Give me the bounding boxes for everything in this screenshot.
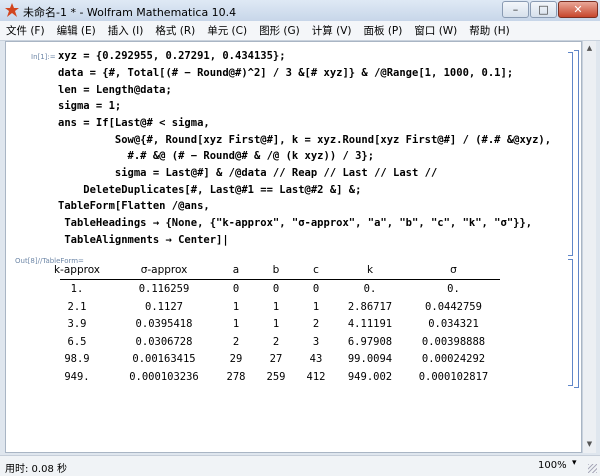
- input-line[interactable]: TableForm[Flatten /@ans,: [58, 199, 210, 213]
- cell-group-bracket[interactable]: [574, 50, 579, 388]
- evaluation-time: 用时: 0.08 秒: [5, 464, 67, 475]
- resize-grip-icon[interactable]: [588, 464, 597, 473]
- table-cell: 3: [312, 336, 320, 348]
- menu-edit[interactable]: 编辑 (E): [51, 23, 102, 38]
- menu-window[interactable]: 窗口 (W): [408, 23, 463, 38]
- table-divider: [60, 279, 500, 280]
- menu-bar: 文件 (F) 编辑 (E) 插入 (I) 格式 (R) 单元 (C) 图形 (G…: [0, 21, 600, 41]
- table-cell: 6.5: [67, 336, 87, 348]
- mathematica-logo-icon: [5, 3, 19, 17]
- table-cell: 0.0306728: [135, 336, 193, 348]
- output-cell-bracket[interactable]: [568, 259, 573, 386]
- input-label: In[1]:=: [31, 53, 56, 61]
- table-cell: 259: [266, 371, 286, 383]
- table-header: c: [313, 264, 319, 276]
- menu-insert[interactable]: 插入 (I): [102, 23, 150, 38]
- table-cell: 4.11191: [347, 318, 393, 330]
- input-line[interactable]: sigma = 1;: [58, 99, 121, 113]
- table-cell: 0.00163415: [132, 353, 196, 365]
- table-cell: 949.: [64, 371, 90, 383]
- window-controls: – □ ✕: [501, 1, 598, 18]
- menu-graphics[interactable]: 图形 (G): [253, 23, 306, 38]
- menu-palettes[interactable]: 面板 (P): [357, 23, 408, 38]
- status-bar: 用时: 0.08 秒 100% ▾: [0, 455, 600, 476]
- input-line[interactable]: TableAlignments → Center]|: [58, 233, 228, 247]
- table-cell: 0: [272, 283, 280, 295]
- table-cell: 27: [269, 353, 283, 365]
- vertical-scrollbar[interactable]: ▲ ▼: [582, 41, 596, 453]
- table-cell: 2: [312, 318, 320, 330]
- table-cell: 0.0442759: [425, 301, 482, 313]
- table-cell: 0.000103236: [129, 371, 199, 383]
- table-cell: 0.: [447, 283, 460, 295]
- menu-file[interactable]: 文件 (F): [0, 23, 51, 38]
- menu-help[interactable]: 帮助 (H): [463, 23, 515, 38]
- table-header: b: [272, 264, 280, 276]
- table-cell: 29: [229, 353, 243, 365]
- table-cell: 1: [272, 318, 280, 330]
- table-cell: 2: [272, 336, 280, 348]
- table-cell: 1: [272, 301, 280, 313]
- input-cell-bracket[interactable]: [568, 52, 573, 256]
- table-cell: 1.: [70, 283, 84, 295]
- table-header: k: [366, 264, 374, 276]
- scroll-up-icon[interactable]: ▲: [584, 43, 595, 54]
- window-title: 未命名-1 * - Wolfram Mathematica 10.4: [23, 6, 237, 19]
- table-cell: 99.0094: [347, 353, 393, 365]
- table-cell: 0.034321: [428, 318, 479, 330]
- scroll-down-icon[interactable]: ▼: [584, 439, 595, 450]
- menu-cell[interactable]: 单元 (C): [201, 23, 253, 38]
- menu-evaluation[interactable]: 计算 (V): [306, 23, 358, 38]
- input-line[interactable]: DeleteDuplicates[#, Last@#1 == Last@#2 &…: [58, 183, 361, 197]
- input-line[interactable]: Sow@{#, Round[xyz First@#], k = xyz.Roun…: [58, 133, 551, 147]
- table-cell: 0.00024292: [421, 353, 486, 365]
- table-cell: 2.86717: [347, 301, 393, 313]
- input-line[interactable]: ans = If[Last@# < sigma,: [58, 116, 210, 130]
- table-header: a: [232, 264, 240, 276]
- table-cell: 1: [312, 301, 320, 313]
- input-line[interactable]: xyz = {0.292955, 0.27291, 0.434135};: [58, 49, 286, 63]
- table-cell: 43: [309, 353, 323, 365]
- table-cell: 98.9: [64, 353, 90, 365]
- input-line[interactable]: sigma = Last@#] & /@data // Reap // Last…: [58, 166, 437, 180]
- notebook-area[interactable]: In[1]:= xyz = {0.292955, 0.27291, 0.4341…: [5, 41, 582, 453]
- table-cell: 3.9: [67, 318, 87, 330]
- maximize-button[interactable]: □: [530, 1, 557, 18]
- table-cell: 2: [232, 336, 240, 348]
- table-header: σ: [450, 264, 457, 276]
- input-line[interactable]: data = {#, Total[(# − Round@#)^2] / 3 &[…: [58, 66, 513, 80]
- menu-format[interactable]: 格式 (R): [149, 23, 201, 38]
- input-line[interactable]: TableHeadings → {None, {"k-approx", "σ-a…: [58, 216, 532, 230]
- input-line[interactable]: len = Length@data;: [58, 83, 172, 97]
- table-cell: 278: [226, 371, 246, 383]
- table-cell: 1: [232, 301, 240, 313]
- table-cell: 0.000102817: [418, 371, 489, 383]
- table-cell: 0.116259: [138, 283, 190, 295]
- table-header: k-approx: [53, 264, 101, 276]
- table-cell: 1: [232, 318, 240, 330]
- zoom-level[interactable]: 100%: [538, 460, 567, 471]
- close-button[interactable]: ✕: [558, 1, 598, 18]
- table-cell: 0: [312, 283, 320, 295]
- table-cell: 412: [306, 371, 326, 383]
- table-cell: 949.002: [347, 371, 393, 383]
- table-header: σ-approx: [140, 264, 188, 276]
- table-cell: 0.00398888: [421, 336, 486, 348]
- zoom-dropdown-icon[interactable]: ▾: [572, 458, 577, 468]
- table-cell: 0.: [363, 283, 377, 295]
- table-cell: 0.0395418: [135, 318, 193, 330]
- input-line[interactable]: #.# &@ (# − Round@# & /@ (k xyz)) / 3};: [58, 149, 375, 163]
- table-cell: 0.1127: [145, 301, 183, 313]
- minimize-button[interactable]: –: [502, 1, 529, 18]
- table-cell: 6.97908: [347, 336, 393, 348]
- table-cell: 2.1: [67, 301, 87, 313]
- table-cell: 0: [232, 283, 240, 295]
- title-bar: 未命名-1 * - Wolfram Mathematica 10.4 – □ ✕: [0, 0, 600, 22]
